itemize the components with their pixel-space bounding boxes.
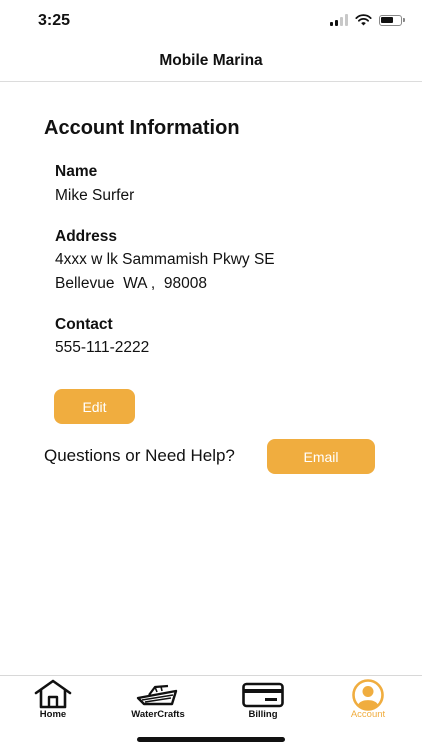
boat-icon — [136, 684, 178, 706]
address-label: Address — [55, 228, 118, 245]
wifi-icon — [355, 14, 372, 26]
help-prompt: Questions or Need Help? — [44, 446, 235, 465]
tab-home[interactable]: Home — [3, 676, 103, 726]
tab-billing[interactable]: Billing — [213, 676, 313, 726]
status-bar: 3:25 — [0, 0, 422, 44]
battery-icon — [379, 14, 405, 26]
address-line-1: 4xxx w lk Sammamish Pkwy SE — [55, 251, 275, 268]
section-title: Account Information — [44, 117, 240, 139]
tab-label-account: Account — [350, 709, 386, 720]
edit-button[interactable]: Edit — [54, 389, 135, 424]
tab-watercrafts[interactable]: WaterCrafts — [108, 676, 208, 726]
name-value: Mike Surfer — [55, 187, 135, 204]
home-indicator — [137, 737, 285, 742]
tab-label-home: Home — [39, 709, 67, 720]
nav-title: Mobile Marina — [159, 52, 263, 69]
credit-card-icon — [242, 682, 284, 708]
home-icon — [34, 679, 72, 709]
contact-value: 555-111-2222 — [55, 339, 150, 356]
address-line-2: Bellevue WA , 98008 — [55, 275, 207, 292]
cellular-signal-icon — [330, 14, 348, 26]
tab-label-watercrafts: WaterCrafts — [131, 709, 185, 720]
name-label: Name — [55, 163, 98, 180]
account-icon — [352, 679, 384, 711]
contact-label: Contact — [55, 316, 113, 333]
email-button[interactable]: Email — [267, 439, 375, 474]
tab-account[interactable]: Account — [318, 676, 418, 726]
tab-label-billing: Billing — [248, 709, 278, 720]
status-time: 3:25 — [38, 12, 71, 29]
status-icons — [330, 14, 405, 26]
navigation-bar: Mobile Marina — [0, 44, 422, 82]
